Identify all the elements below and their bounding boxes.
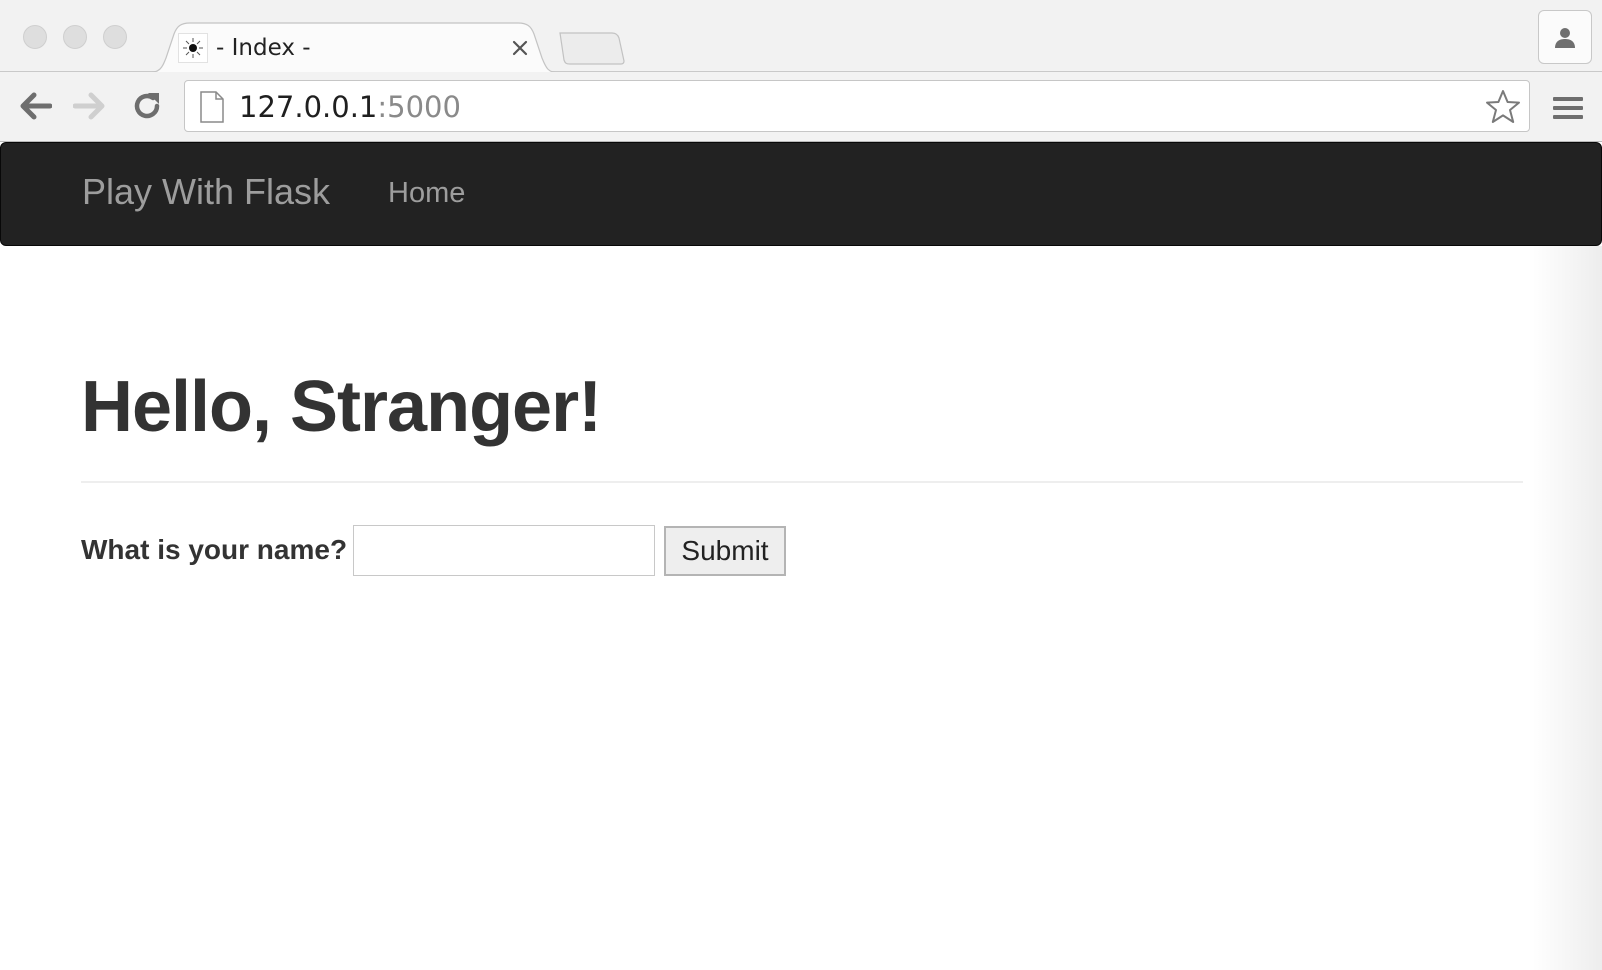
person-icon[interactable] [1538, 10, 1592, 64]
window-minimize-control[interactable] [63, 25, 87, 49]
window-close-control[interactable] [23, 25, 47, 49]
close-tab-icon[interactable] [506, 34, 534, 62]
name-input[interactable] [353, 525, 655, 576]
hamburger-menu-icon[interactable] [1548, 88, 1588, 128]
window-zoom-control[interactable] [103, 25, 127, 49]
navbar-brand[interactable]: Play With Flask [82, 170, 330, 214]
nav-link-home[interactable]: Home [388, 175, 465, 211]
url-text: 127.0.0.1:5000 [239, 91, 461, 123]
scroll-edge-shadow [1532, 246, 1602, 970]
address-bar[interactable]: 127.0.0.1:5000 [184, 80, 1530, 132]
site-navbar: Play With Flask Home [0, 142, 1602, 246]
name-label: What is your name? [81, 534, 348, 565]
tab-title: - Index - [216, 35, 311, 61]
browser-tab-strip: - Index - [0, 0, 1602, 74]
active-tab[interactable] [146, 22, 560, 74]
new-tab-button[interactable] [558, 31, 626, 65]
document-icon [200, 91, 224, 123]
star-icon[interactable] [1483, 87, 1523, 127]
browser-toolbar: 127.0.0.1:5000 [0, 72, 1602, 142]
submit-button[interactable]: Submit [664, 526, 786, 576]
arrow-left-icon[interactable] [15, 86, 55, 126]
url-host: 127.0.0.1 [239, 90, 378, 124]
page-title: Hello, Stranger! [81, 367, 602, 447]
reload-icon[interactable] [127, 86, 167, 126]
url-port: :5000 [377, 90, 461, 124]
arrow-right-icon[interactable] [70, 86, 110, 126]
flask-favicon-icon [178, 33, 208, 63]
header-divider [81, 481, 1523, 483]
